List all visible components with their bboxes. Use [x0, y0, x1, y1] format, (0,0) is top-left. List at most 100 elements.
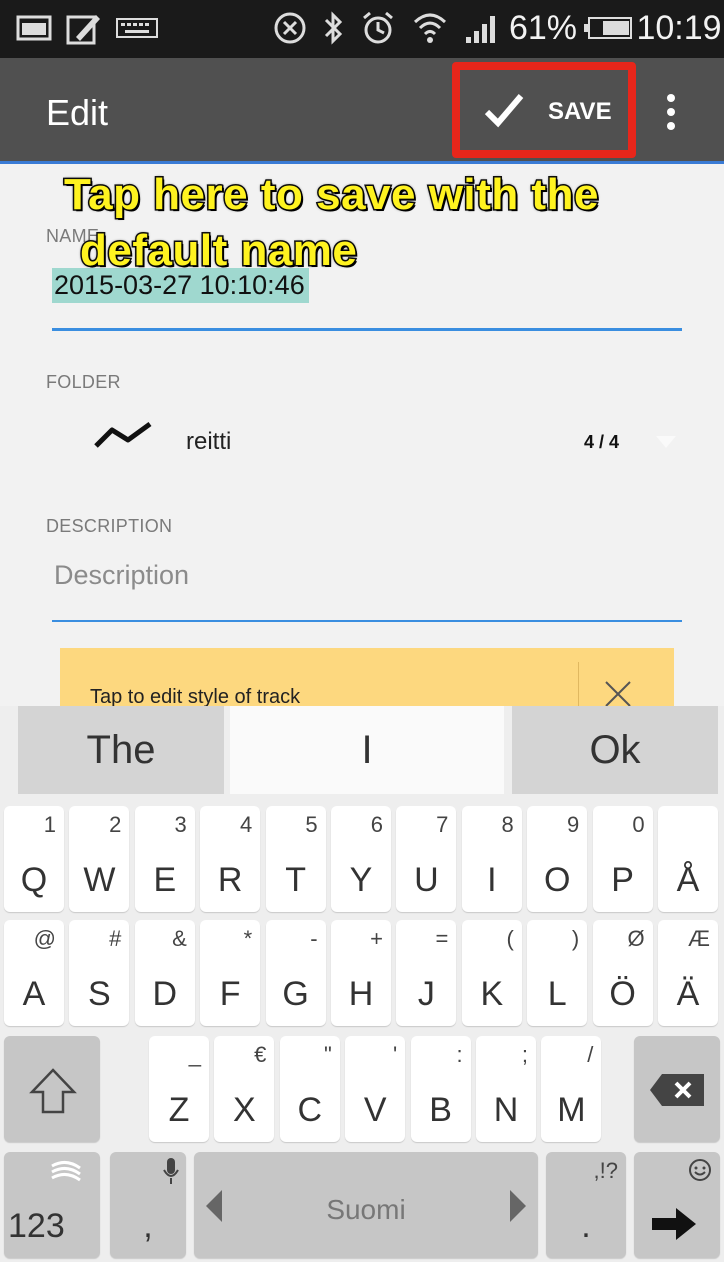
- dropdown-arrow-icon[interactable]: [654, 434, 678, 455]
- swiftkey-logo-icon: [48, 1158, 84, 1193]
- key-ö[interactable]: ØÖ: [592, 920, 653, 1026]
- banner-divider: [578, 662, 579, 708]
- key-o[interactable]: 9O: [527, 806, 588, 912]
- key-label: S: [88, 975, 111, 1013]
- key-ä[interactable]: ÆÄ: [658, 920, 718, 1026]
- overflow-menu-icon[interactable]: [656, 88, 686, 144]
- key-sub-label: &: [172, 926, 187, 951]
- clock: 10:19: [636, 8, 722, 47]
- key-j[interactable]: = J: [396, 920, 457, 1026]
- key-label: L: [547, 975, 567, 1013]
- key-v[interactable]: ' V: [345, 1036, 406, 1142]
- key-sub-label: ": [323, 1042, 332, 1067]
- key-label: K: [480, 975, 504, 1013]
- key-label: N: [493, 1091, 519, 1129]
- page-title: Edit: [46, 92, 109, 133]
- enter-arrow-icon: [650, 1204, 698, 1249]
- period-key[interactable]: ,!?.: [546, 1152, 626, 1258]
- key-w[interactable]: 2W: [69, 806, 130, 912]
- banner-text: Tap to edit style of track: [90, 686, 301, 708]
- key-z[interactable]: _ Z: [149, 1036, 209, 1142]
- key-a[interactable]: @ A: [4, 920, 64, 1026]
- enter-key[interactable]: [634, 1152, 720, 1258]
- key-b[interactable]: :B: [410, 1036, 471, 1142]
- alarm-icon: [358, 10, 398, 46]
- battery-percent: 61%: [508, 8, 578, 47]
- close-icon[interactable]: [600, 670, 640, 708]
- key-label: D: [152, 975, 178, 1013]
- key-sub-label: 5: [305, 812, 318, 837]
- key-sub-label: ;: [521, 1042, 528, 1067]
- shift-key[interactable]: [4, 1036, 100, 1142]
- key-label: X: [233, 1091, 256, 1129]
- folder-value[interactable]: reitti: [186, 428, 231, 456]
- key-sub-label: ,!?: [593, 1158, 618, 1183]
- key-sub-label: -: [310, 926, 318, 951]
- key-label: O: [543, 861, 571, 899]
- backspace-icon: [648, 1072, 706, 1113]
- backspace-key[interactable]: [634, 1036, 720, 1142]
- key-s[interactable]: # S: [69, 920, 130, 1026]
- description-input[interactable]: Description: [54, 560, 189, 591]
- suggestion-3[interactable]: Ok: [512, 706, 718, 794]
- key-q[interactable]: 1Q: [4, 806, 64, 912]
- suggestion-1[interactable]: The: [18, 706, 224, 794]
- key-p[interactable]: 0P: [592, 806, 653, 912]
- key-sub-label: 6: [370, 812, 383, 837]
- key-i[interactable]: 8I: [461, 806, 522, 912]
- key-label: Suomi: [326, 1194, 406, 1225]
- comma-key[interactable]: ,: [110, 1152, 186, 1258]
- key-label: F: [219, 975, 241, 1013]
- key-sub-label: *: [243, 926, 253, 951]
- smiley-icon: [688, 1158, 712, 1187]
- key-f[interactable]: * F: [200, 920, 261, 1026]
- key-l[interactable]: ) L: [527, 920, 588, 1026]
- key-å[interactable]: Å: [658, 806, 718, 912]
- key-sub-label: ': [392, 1042, 398, 1067]
- key-sub-label: €: [254, 1042, 267, 1067]
- key-x[interactable]: € X: [214, 1036, 275, 1142]
- nfc-icon: [270, 10, 310, 46]
- key-label: C: [297, 1091, 323, 1129]
- key-sub-label: 4: [239, 812, 253, 837]
- key-label: B: [429, 1091, 452, 1129]
- microphone-icon: [162, 1156, 180, 1191]
- key-label: G: [282, 975, 309, 1013]
- description-underline: [52, 620, 682, 622]
- key-t[interactable]: 5T: [265, 806, 326, 912]
- key-m[interactable]: / M: [541, 1036, 602, 1142]
- numbers-key[interactable]: 123: [4, 1152, 100, 1258]
- key-n[interactable]: ; N: [476, 1036, 536, 1142]
- key-u[interactable]: 7U: [396, 806, 457, 912]
- key-sub-label: +: [370, 926, 383, 951]
- folder-count: 4 / 4: [584, 432, 620, 452]
- key-g[interactable]: -G: [265, 920, 326, 1026]
- keyboard-icon: [112, 10, 162, 46]
- key-label: R: [217, 861, 243, 899]
- key-k[interactable]: (K: [461, 920, 522, 1026]
- key-sub-label: #: [109, 926, 122, 951]
- key-label: Y: [349, 861, 373, 899]
- key-sub-label: Æ: [688, 926, 710, 951]
- key-c[interactable]: " C: [279, 1036, 340, 1142]
- style-banner[interactable]: Tap to edit style of track: [60, 648, 674, 708]
- key-label: J: [417, 975, 435, 1013]
- key-e[interactable]: 3E: [134, 806, 195, 912]
- description-label: DESCRIPTION: [46, 516, 173, 536]
- key-y[interactable]: 6Y: [331, 806, 391, 912]
- key-sub-label: 2: [109, 812, 122, 837]
- key-label: Ö: [609, 975, 636, 1013]
- key-sub-label: 1: [43, 812, 56, 837]
- key-sub-label: =: [435, 926, 449, 951]
- key-r[interactable]: 4R: [200, 806, 261, 912]
- track-icon: [92, 412, 156, 457]
- bluetooth-icon: [318, 10, 348, 46]
- key-sub-label: _: [188, 1042, 201, 1067]
- key-d[interactable]: & D: [134, 920, 195, 1026]
- space-key[interactable]: Suomi: [194, 1152, 538, 1258]
- key-h[interactable]: + H: [331, 920, 391, 1026]
- key-sub-label: :: [456, 1042, 463, 1067]
- battery-icon: [582, 10, 634, 46]
- key-sub-label: 7: [436, 812, 449, 837]
- suggestion-2[interactable]: I: [230, 706, 504, 794]
